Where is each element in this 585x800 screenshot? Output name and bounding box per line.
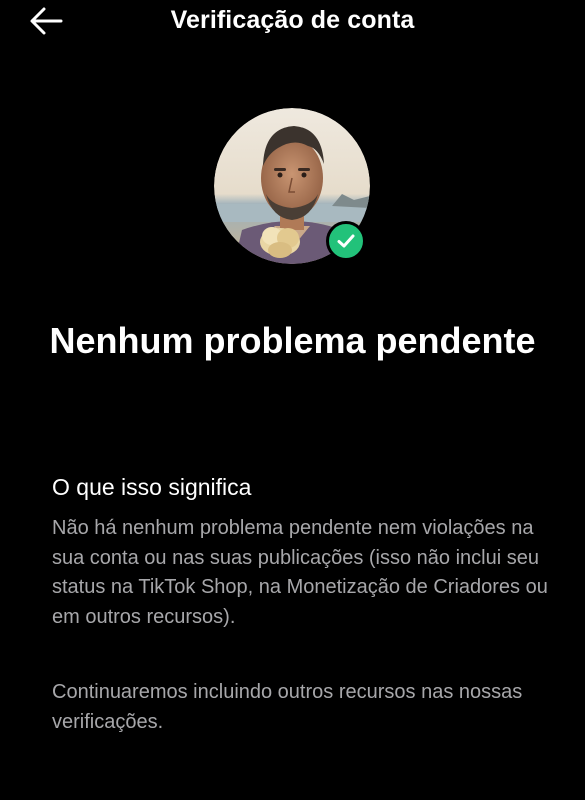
page-title: Verificação de conta bbox=[170, 6, 415, 34]
check-circle-icon bbox=[337, 234, 355, 248]
section-title: O que isso significa bbox=[52, 474, 252, 500]
info-paragraph-2: Continuaremos incluindo outros recursos … bbox=[52, 681, 523, 733]
status-headline: Nenhum problema pendente bbox=[49, 320, 536, 361]
profile-avatar-container bbox=[214, 108, 370, 264]
top-bar: Verificação de conta bbox=[0, 0, 585, 44]
verified-badge bbox=[326, 221, 366, 261]
info-paragraph-1: Não há nenhum problema pendente nem viol… bbox=[52, 517, 548, 628]
